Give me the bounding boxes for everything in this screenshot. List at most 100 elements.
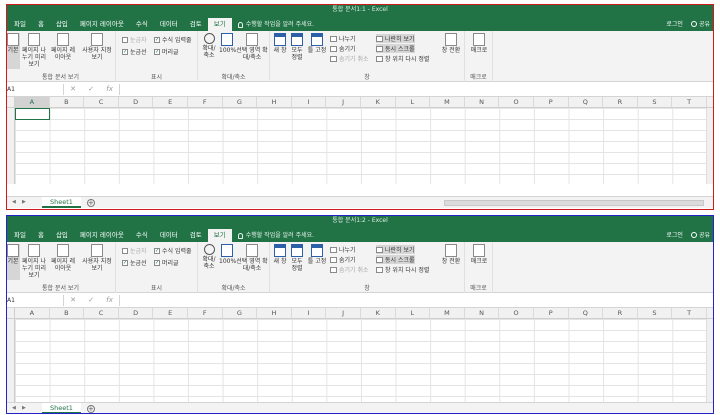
column-header[interactable]: L [396,97,431,107]
column-header[interactable]: L [396,308,431,318]
hide-button[interactable]: 숨기기 [330,255,356,264]
gridlines-checkbox[interactable]: ✓ 눈금선 [122,258,147,267]
headings-checkbox[interactable]: ✓ 머리글 [154,47,179,56]
column-header[interactable]: T [672,308,707,318]
zoom-button[interactable]: 확대/축소 [200,244,218,270]
column-header[interactable]: D [119,97,154,107]
formula-input[interactable] [119,83,714,95]
column-header[interactable]: Q [569,97,604,107]
share-button[interactable]: 공유 [690,230,710,239]
zoom-100-button[interactable]: 100% [219,33,236,54]
sheet-tab[interactable]: Sheet1 [42,197,81,208]
column-header[interactable]: J [326,308,361,318]
ruler-checkbox[interactable]: 눈금자 [122,35,147,44]
tab-file[interactable]: 파일 [8,18,32,31]
login-link[interactable]: 로그인 [666,230,683,239]
tab-insert[interactable]: 삽입 [50,229,74,242]
zoom-selection-button[interactable]: 선택 영역 확대/축소 [236,33,268,61]
macros-button[interactable]: 매크로 [467,244,491,265]
tell-me-box[interactable]: 수행할 작업을 알려 주세요. [232,18,314,31]
tab-data[interactable]: 데이터 [154,18,184,31]
cells[interactable] [15,108,706,184]
unhide-button[interactable]: 숨기기 취소 [330,265,369,274]
share-button[interactable]: 공유 [690,19,710,28]
sheet-tab[interactable]: Sheet1 [42,403,81,414]
column-header[interactable]: D [119,308,154,318]
tab-insert[interactable]: 삽입 [50,18,74,31]
cell-grid[interactable] [6,319,706,402]
cells[interactable] [15,319,706,402]
column-header[interactable]: S [638,97,673,107]
synchronous-scrolling-button[interactable]: 동시 스크롤 [376,255,415,264]
column-header[interactable]: A [15,308,50,318]
sheet-next-icon[interactable]: ▶ [22,405,26,411]
enter-icon[interactable]: ✓ [88,85,94,93]
gridlines-checkbox[interactable]: ✓ 눈금선 [122,47,147,56]
freeze-panes-button[interactable]: 틀 고정 [306,33,328,54]
active-cell[interactable] [15,108,50,120]
tab-review[interactable]: 검토 [184,18,208,31]
insert-function-icon[interactable]: fx [106,296,113,304]
tab-data[interactable]: 데이터 [154,229,184,242]
column-header[interactable]: I [292,308,327,318]
column-header[interactable]: C [84,308,119,318]
arrange-all-button[interactable]: 모두 정렬 [289,33,305,61]
column-header[interactable]: K [361,308,396,318]
column-header[interactable]: P [534,308,569,318]
zoom-100-button[interactable]: 100% [219,244,236,265]
formula-bar-checkbox[interactable]: ✓ 수식 입력줄 [154,246,192,255]
reset-window-position-button[interactable]: 창 위치 다시 정렬 [376,265,429,274]
tab-file[interactable]: 파일 [8,229,32,242]
tab-page-layout[interactable]: 페이지 레이아웃 [74,18,130,31]
column-header[interactable]: S [638,308,673,318]
row-headers[interactable] [6,319,15,402]
page-layout-view-button[interactable]: 페이지 레이아웃 [49,33,77,61]
tab-formulas[interactable]: 수식 [130,229,154,242]
column-header[interactable]: N [465,308,500,318]
page-break-preview-button[interactable]: 페이지 나누기 미리 보기 [21,244,47,279]
hide-button[interactable]: 숨기기 [330,44,356,53]
login-link[interactable]: 로그인 [666,19,683,28]
column-header[interactable]: Q [569,308,604,318]
view-side-by-side-button[interactable]: 나란히 보기 [376,34,415,43]
custom-views-button[interactable]: 사용자 지정 보기 [80,33,114,61]
column-header[interactable]: M [430,97,465,107]
column-header[interactable]: F [188,308,223,318]
normal-view-button[interactable]: 기본 [6,33,20,69]
column-header[interactable]: I [292,97,327,107]
new-window-button[interactable]: 새 창 [272,244,288,265]
column-header[interactable]: H [257,308,292,318]
synchronous-scrolling-button[interactable]: 동시 스크롤 [376,44,415,53]
name-box[interactable]: A1 [6,83,64,95]
column-header[interactable]: R [603,308,638,318]
column-header[interactable]: E [153,308,188,318]
page-break-preview-button[interactable]: 페이지 나누기 미리 보기 [21,33,47,68]
enter-icon[interactable]: ✓ [88,296,94,304]
insert-function-icon[interactable]: fx [106,85,113,93]
tab-view[interactable]: 보기 [207,18,232,31]
column-header[interactable]: O [499,308,534,318]
page-layout-view-button[interactable]: 페이지 레이아웃 [49,244,77,272]
column-header[interactable]: P [534,97,569,107]
freeze-panes-button[interactable]: 틀 고정 [306,244,328,265]
split-button[interactable]: 나누기 [330,34,356,43]
tab-home[interactable]: 홈 [32,229,50,242]
column-header[interactable]: K [361,97,396,107]
tab-home[interactable]: 홈 [32,18,50,31]
cancel-icon[interactable]: ✕ [70,296,76,304]
name-box[interactable]: A1 [6,294,64,306]
column-header[interactable]: G [223,97,258,107]
column-header[interactable]: O [499,97,534,107]
tab-page-layout[interactable]: 페이지 레이아웃 [74,229,130,242]
select-all-corner[interactable] [6,97,15,107]
tell-me-box[interactable]: 수행할 작업을 알려 주세요. [232,229,314,242]
switch-windows-button[interactable]: 창 전환 [440,33,462,54]
zoom-button[interactable]: 확대/축소 [200,33,218,59]
column-header[interactable]: T [672,97,707,107]
column-header[interactable]: A [15,97,50,107]
ruler-checkbox[interactable]: 눈금자 [122,246,147,255]
sheet-prev-icon[interactable]: ◀ [12,405,16,411]
row-headers[interactable] [6,108,15,184]
sheet-prev-icon[interactable]: ◀ [12,199,16,205]
vertical-scrollbar[interactable] [706,319,714,402]
